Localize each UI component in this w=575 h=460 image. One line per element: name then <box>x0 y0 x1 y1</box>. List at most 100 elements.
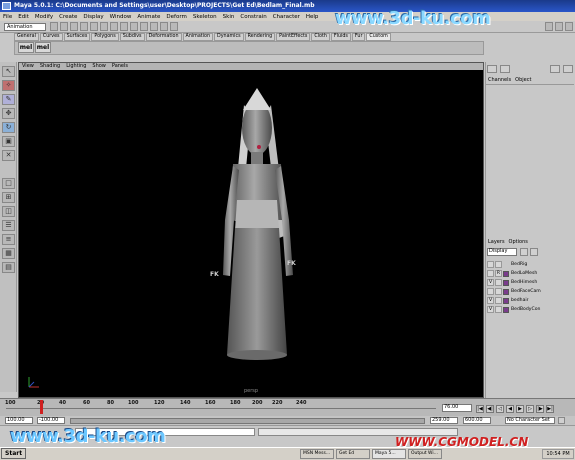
step-forward-icon[interactable]: |▶ <box>536 405 544 413</box>
layer-display-type-toggle[interactable] <box>495 279 502 286</box>
open-scene-icon[interactable] <box>60 22 68 31</box>
move-tool-icon[interactable]: ✥ <box>2 108 15 119</box>
paint-select-tool-icon[interactable]: ✎ <box>2 94 15 105</box>
taskbar-item-get-ed[interactable]: Get Ed <box>336 449 370 459</box>
layer-display-type-toggle[interactable] <box>495 306 502 313</box>
panel-menu-view[interactable]: View <box>22 63 34 70</box>
save-scene-icon[interactable] <box>70 22 78 31</box>
shelf-tab-deformation[interactable]: Deformation <box>145 33 182 41</box>
menu-skin[interactable]: Skin <box>223 14 235 20</box>
shelf-tab-painteffects[interactable]: PaintEffects <box>276 33 311 41</box>
layer-row[interactable]: BedFaceCam <box>487 287 572 296</box>
render-globals-icon[interactable] <box>170 22 178 31</box>
shelf-tab-custom[interactable]: Custom <box>366 33 391 41</box>
create-layer-selected-icon[interactable] <box>530 248 538 256</box>
go-to-start-icon[interactable]: |◀ <box>476 405 484 413</box>
render-icon[interactable] <box>150 22 158 31</box>
new-scene-icon[interactable] <box>50 22 58 31</box>
panel-menu-shading[interactable]: Shading <box>40 63 60 70</box>
layer-display-type-toggle[interactable]: R <box>495 270 502 277</box>
hypershade-layout-icon[interactable]: ▦ <box>2 248 15 259</box>
shelf-tab-general[interactable]: General <box>14 33 39 41</box>
snap-point-icon[interactable] <box>130 22 138 31</box>
select-object-icon[interactable] <box>90 22 98 31</box>
current-frame-field[interactable]: 76.00 <box>442 404 472 412</box>
menu-modify[interactable]: Modify <box>35 14 53 20</box>
shelf-tab-dynamics[interactable]: Dynamics <box>214 33 244 41</box>
manipulator-tool-icon[interactable]: ✕ <box>2 150 15 161</box>
menu-constrain[interactable]: Constrain <box>240 14 266 20</box>
dope-sheet-layout-icon[interactable]: ▤ <box>2 262 15 273</box>
history-icon[interactable] <box>140 22 148 31</box>
shelf-tab-surfaces[interactable]: Surfaces <box>63 33 91 41</box>
scale-tool-icon[interactable]: ▣ <box>2 136 15 147</box>
play-backward-icon[interactable]: ◀ <box>506 405 514 413</box>
menu-file[interactable]: File <box>3 14 12 20</box>
shelf-tab-rendering[interactable]: Rendering <box>244 33 276 41</box>
layer-row[interactable]: R BedLoMesh <box>487 269 572 278</box>
shelf-tab-fur[interactable]: Fur <box>351 33 366 41</box>
current-time-marker[interactable] <box>40 400 43 414</box>
layer-visibility-toggle[interactable] <box>487 261 494 268</box>
range-slider[interactable] <box>70 418 425 424</box>
menu-help[interactable]: Help <box>306 14 319 20</box>
panel-layout-icon[interactable] <box>550 65 560 73</box>
shelf-tab-polygons[interactable]: Polygons <box>91 33 119 41</box>
shelf-tab-cloth[interactable]: Cloth <box>311 33 330 41</box>
layer-visibility-toggle[interactable] <box>487 288 494 295</box>
layer-display-type-toggle[interactable] <box>495 288 502 295</box>
layer-visibility-toggle[interactable]: V <box>487 279 494 286</box>
menu-window[interactable]: Window <box>110 14 132 20</box>
channel-box-toggle-icon[interactable] <box>565 22 573 31</box>
layer-display-type-toggle[interactable] <box>495 261 502 268</box>
shelf-tab-subdivs[interactable]: Subdivs <box>119 33 145 41</box>
menu-create[interactable]: Create <box>59 14 77 20</box>
panel-menu-show[interactable]: Show <box>92 63 106 70</box>
ipr-render-icon[interactable] <box>160 22 168 31</box>
layer-editor-icon[interactable] <box>500 65 510 73</box>
outliner-layout-icon[interactable]: ☰ <box>2 220 15 231</box>
taskbar-item-msn[interactable]: MSN Mess... <box>300 449 334 459</box>
options-menu[interactable]: Options <box>509 239 528 245</box>
viewport-canvas[interactable]: FK FK persp <box>19 70 483 397</box>
range-end-field[interactable]: 600.00 <box>463 417 491 424</box>
menu-skeleton[interactable]: Skeleton <box>193 14 217 20</box>
graph-layout-icon[interactable]: ≡ <box>2 234 15 245</box>
snap-grid-icon[interactable] <box>110 22 118 31</box>
single-perspective-layout-icon[interactable]: □ <box>2 178 15 189</box>
taskbar-item-maya[interactable]: Maya 5... <box>372 449 406 459</box>
layer-display-type-toggle[interactable] <box>495 297 502 304</box>
object-menu[interactable]: Object <box>515 77 531 83</box>
layer-row[interactable]: V BedHimesh <box>487 278 572 287</box>
shelf-mel-button-1[interactable]: mel <box>18 42 34 53</box>
shelf-tab-animation[interactable]: Animation <box>182 33 213 41</box>
playback-start-field[interactable]: -100.00 <box>37 417 65 424</box>
layers-menu[interactable]: Layers <box>488 239 505 245</box>
panel-menu-panels[interactable]: Panels <box>112 63 128 70</box>
menu-animate[interactable]: Animate <box>137 14 160 20</box>
shelf-mel-button-2[interactable]: mel <box>35 42 51 53</box>
menu-display[interactable]: Display <box>83 14 103 20</box>
attribute-editor-toggle-icon[interactable] <box>545 22 553 31</box>
menu-character[interactable]: Character <box>273 14 300 20</box>
panel-float-icon[interactable] <box>563 65 573 73</box>
layer-visibility-toggle[interactable]: V <box>487 306 494 313</box>
taskbar-item-output[interactable]: Output Wi... <box>408 449 442 459</box>
range-start-field[interactable]: 100.00 <box>5 417 33 424</box>
four-view-layout-icon[interactable]: ⊞ <box>2 192 15 203</box>
layer-visibility-toggle[interactable] <box>487 270 494 277</box>
channel-box-icon[interactable] <box>487 65 497 73</box>
play-forward-icon[interactable]: ▶ <box>516 405 524 413</box>
tool-settings-toggle-icon[interactable] <box>555 22 563 31</box>
auto-key-icon[interactable] <box>558 417 565 424</box>
step-forward-key-icon[interactable]: ▷ <box>526 405 534 413</box>
select-component-icon[interactable] <box>100 22 108 31</box>
layer-visibility-toggle[interactable]: V <box>487 297 494 304</box>
create-layer-icon[interactable] <box>520 248 528 256</box>
select-hierarchy-icon[interactable] <box>80 22 88 31</box>
rotate-tool-icon[interactable]: ↻ <box>2 122 15 133</box>
playback-end-field[interactable]: 259.00 <box>430 417 458 424</box>
start-button[interactable]: Start <box>1 448 26 459</box>
menu-deform[interactable]: Deform <box>166 14 186 20</box>
snap-curve-icon[interactable] <box>120 22 128 31</box>
